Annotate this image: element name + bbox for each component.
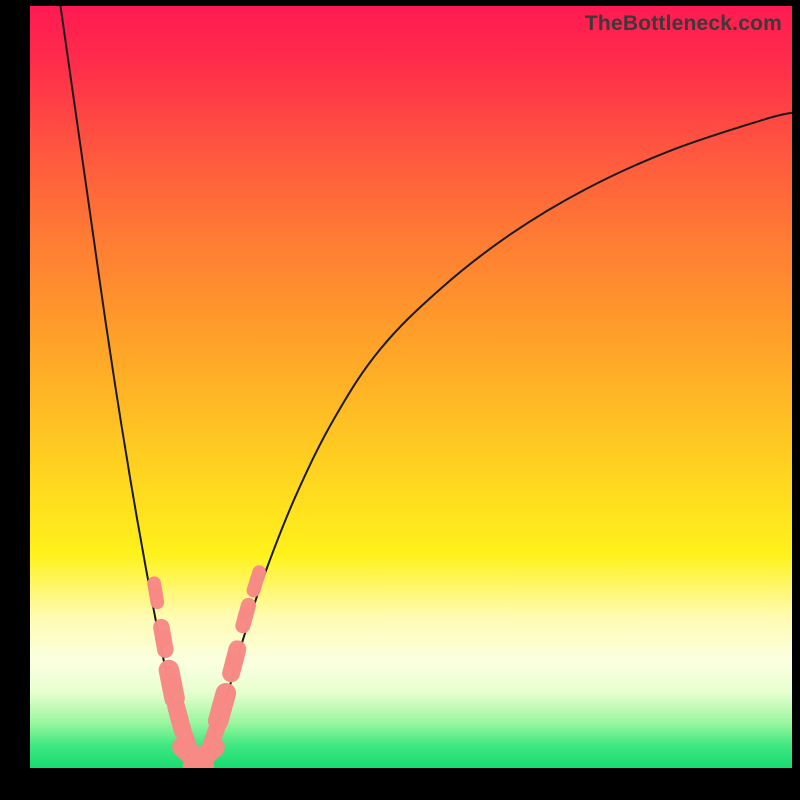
left-branch-curve (60, 6, 197, 768)
chart-frame: TheBottleneck.com (0, 0, 800, 800)
scatter-dot (225, 649, 243, 673)
right-branch-curve (198, 113, 792, 768)
scatter-dot (149, 583, 163, 602)
plot-area: TheBottleneck.com (30, 6, 792, 768)
scatter-dot (205, 728, 221, 750)
scatter-dot (238, 605, 253, 625)
scatter-dot (155, 627, 171, 650)
dots-layer (149, 572, 263, 767)
scatter-dot (249, 572, 263, 590)
scatter-dot (161, 670, 182, 698)
chart-svg (30, 6, 792, 768)
scatter-dot (212, 693, 233, 721)
